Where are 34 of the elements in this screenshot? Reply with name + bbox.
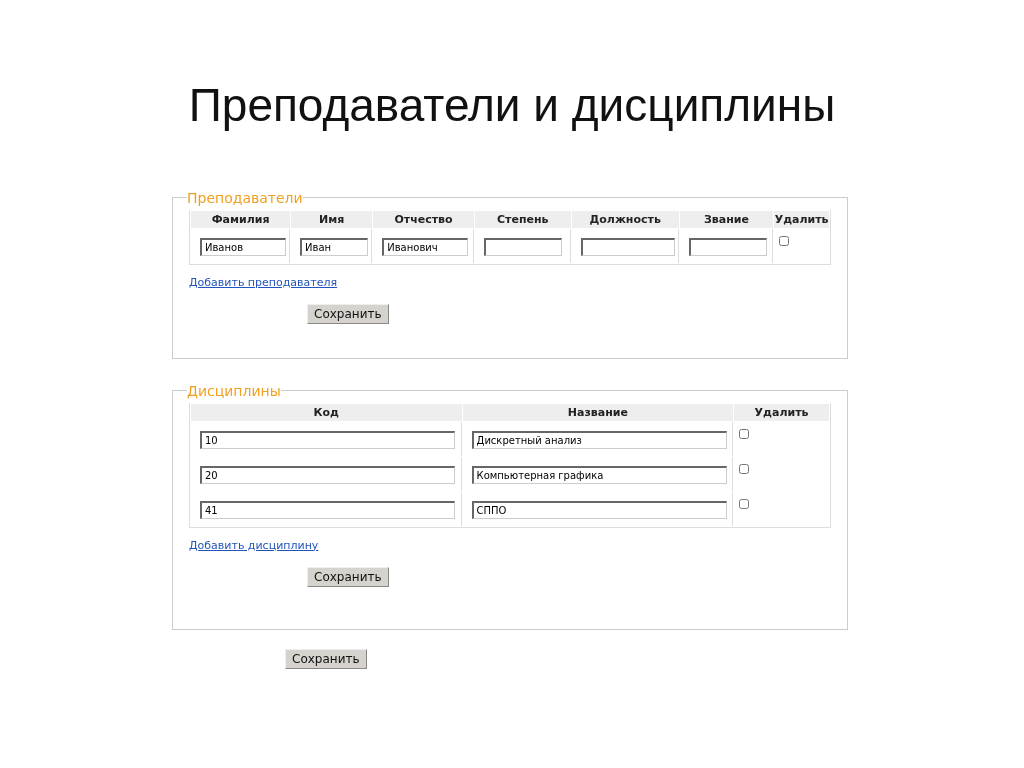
delete-checkbox[interactable]	[779, 235, 790, 246]
delete-checkbox[interactable]	[739, 498, 750, 509]
text-field[interactable]: Компьютерная графика	[471, 465, 727, 484]
column-header: Степень	[474, 210, 571, 228]
save-button[interactable]: Сохранить	[285, 648, 367, 669]
column-header: Код	[191, 403, 462, 421]
column-header: Должность	[571, 210, 679, 228]
save-button[interactable]: Сохранить	[307, 566, 389, 587]
column-header: Название	[462, 403, 734, 421]
text-field[interactable]: 20	[200, 465, 455, 484]
column-header: Звание	[679, 210, 774, 228]
text-field[interactable]: Иван	[300, 237, 369, 256]
panel-legend: Преподаватели	[187, 189, 303, 206]
column-header: Удалить	[734, 403, 829, 421]
column-header: Фамилия	[191, 210, 291, 228]
text-field[interactable]: 41	[200, 500, 455, 519]
text-field[interactable]: Дискретный анализ	[471, 430, 727, 449]
save-button[interactable]: Сохранить	[307, 303, 389, 324]
column-header: Имя	[291, 210, 373, 228]
text-field[interactable]	[483, 237, 562, 256]
add-teacher-link[interactable]: Добавить преподавателя	[189, 275, 338, 289]
text-field[interactable]: СППО	[471, 500, 727, 519]
text-field[interactable]	[688, 237, 767, 256]
column-header: Отчество	[373, 210, 474, 228]
text-field[interactable]: Иванов	[200, 237, 286, 256]
text-field[interactable]: Иванович	[382, 237, 469, 256]
add-discipline-link[interactable]: Добавить дисциплину	[189, 538, 319, 552]
delete-checkbox[interactable]	[739, 428, 750, 439]
column-header: Удалить	[774, 210, 829, 228]
text-field[interactable]: 10	[200, 430, 455, 449]
slide-title: Преподаватели и дисциплины	[187, 78, 837, 133]
delete-checkbox[interactable]	[739, 463, 750, 474]
panel-legend: Дисциплины	[187, 382, 281, 399]
text-field[interactable]	[580, 237, 675, 256]
